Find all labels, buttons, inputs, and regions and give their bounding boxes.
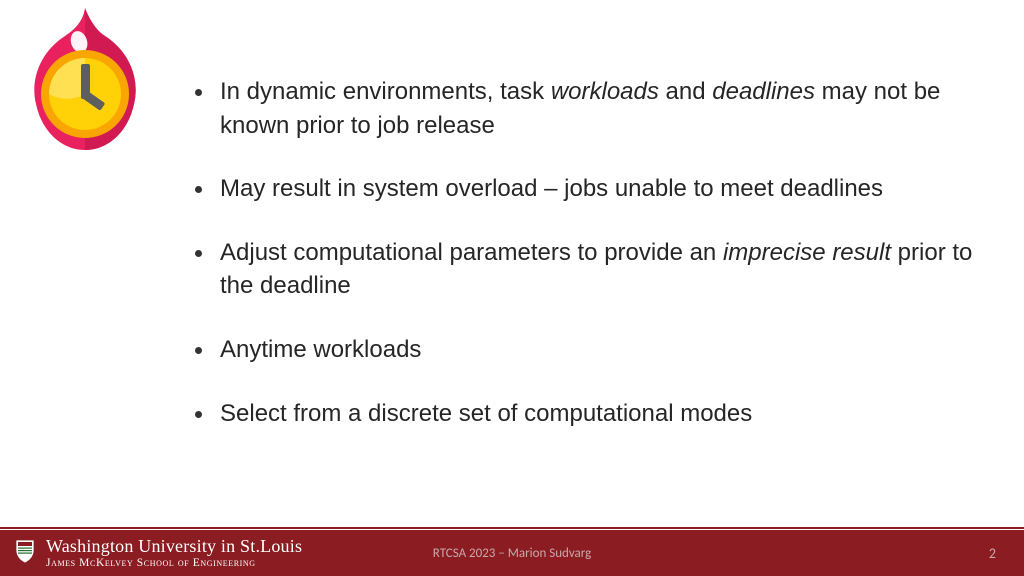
university-name: Washington University in St.Louis: [46, 537, 302, 556]
bullet-text: In dynamic environments, task workloads …: [220, 75, 984, 142]
bullet-text: Anytime workloads: [220, 333, 421, 367]
footer-bar: Washington University in St.Louis James …: [0, 530, 1024, 576]
list-item: Adjust computational parameters to provi…: [195, 236, 984, 303]
footer-center-text: RTCSA 2023 – Marion Sudvarg: [433, 546, 591, 561]
page-number: 2: [989, 545, 996, 562]
shield-icon: [14, 538, 36, 569]
bullet-dot-icon: [195, 89, 202, 96]
fire-clock-icon: [20, 6, 150, 161]
footer-accent-line: [0, 527, 1024, 529]
bullet-dot-icon: [195, 347, 202, 354]
list-item: Select from a discrete set of computatio…: [195, 397, 984, 431]
list-item: Anytime workloads: [195, 333, 984, 367]
bullet-dot-icon: [195, 411, 202, 418]
footer-branding: Washington University in St.Louis James …: [0, 537, 302, 569]
bullet-text: Adjust computational parameters to provi…: [220, 236, 984, 303]
school-name: James McKelvey School of Engineering: [46, 557, 302, 569]
bullet-text: May result in system overload – jobs una…: [220, 172, 883, 206]
list-item: May result in system overload – jobs una…: [195, 172, 984, 206]
bullet-text: Select from a discrete set of computatio…: [220, 397, 752, 431]
bullet-list: In dynamic environments, task workloads …: [195, 75, 984, 460]
bullet-dot-icon: [195, 250, 202, 257]
list-item: In dynamic environments, task workloads …: [195, 75, 984, 142]
bullet-dot-icon: [195, 186, 202, 193]
slide: In dynamic environments, task workloads …: [0, 0, 1024, 576]
